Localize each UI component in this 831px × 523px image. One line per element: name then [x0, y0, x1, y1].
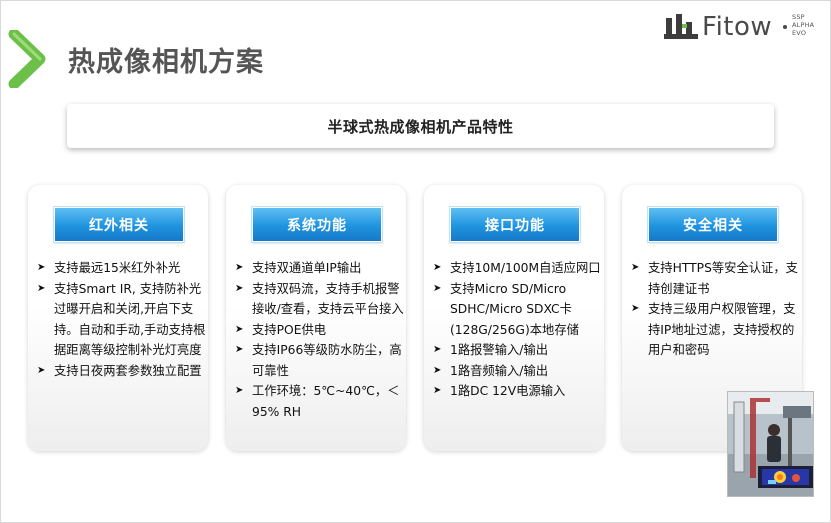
logo-wordmark: Fitow: [702, 12, 773, 42]
logo-dot: [783, 25, 787, 29]
card-title-system: 系统功能: [251, 206, 383, 243]
list-item: 支持双通道单IP输出: [234, 258, 404, 279]
card-system: 系统功能 支持双通道单IP输出 支持双码流，支持手机报警接收/查看，支持云平台接…: [226, 185, 406, 451]
list-item: 支持10M/100M自适应网口: [432, 258, 602, 279]
list-item: 工作环境：5℃~40℃，＜95% RH: [234, 381, 404, 422]
list-item: 支持HTTPS等安全认证，支持创建证书: [630, 258, 800, 299]
feature-banner: 半球式热成像相机产品特性: [67, 104, 774, 148]
page-title: 热成像相机方案: [68, 47, 264, 78]
list-item: 1路DC 12V电源输入: [432, 381, 602, 402]
thermal-camera-photo: [727, 391, 814, 497]
card-infrared: 红外相关 支持最远15米红外补光 支持Smart IR, 支持防补光过曝开启和关…: [28, 185, 208, 451]
card-interface: 接口功能 支持10M/100M自适应网口 支持Micro SD/Micro SD…: [424, 185, 604, 451]
list-item: 支持IP66等级防水防尘，高可靠性: [234, 340, 404, 381]
card-list-interface: 支持10M/100M自适应网口 支持Micro SD/Micro SDHC/Mi…: [432, 258, 602, 402]
logo-subtext: SSP ALPHA EVO: [792, 13, 815, 37]
green-chevron-icon: [8, 30, 50, 88]
card-title-interface: 接口功能: [449, 206, 581, 243]
list-item: 支持POE供电: [234, 320, 404, 341]
fitow-mark-icon: [664, 14, 698, 39]
card-title-security: 安全相关: [647, 206, 779, 243]
banner-title: 半球式热成像相机产品特性: [327, 117, 514, 136]
list-item: 支持日夜两套参数独立配置: [36, 361, 206, 382]
thermal-scene-image: [728, 392, 813, 496]
list-item: 支持最远15米红外补光: [36, 258, 206, 279]
card-list-system: 支持双通道单IP输出 支持双码流，支持手机报警接收/查看，支持云平台接入 支持P…: [234, 258, 404, 422]
list-item: 1路音频输入/输出: [432, 361, 602, 382]
list-item: 支持Smart IR, 支持防补光过曝开启和关闭,开启下支持。自动和手动,手动支…: [36, 279, 206, 361]
list-item: 支持三级用户权限管理，支持IP地址过滤，支持授权的用户和密码: [630, 299, 800, 361]
card-title-infrared: 红外相关: [53, 206, 185, 243]
list-item: 支持双码流，支持手机报警接收/查看，支持云平台接入: [234, 279, 404, 320]
card-list-security: 支持HTTPS等安全认证，支持创建证书 支持三级用户权限管理，支持IP地址过滤，…: [630, 258, 800, 361]
fitow-logo: Fitow SSP ALPHA EVO: [664, 10, 824, 44]
card-list-infrared: 支持最远15米红外补光 支持Smart IR, 支持防补光过曝开启和关闭,开启下…: [36, 258, 206, 381]
list-item: 支持Micro SD/Micro SDHC/Micro SDXC卡(128G/2…: [432, 279, 602, 341]
list-item: 1路报警输入/输出: [432, 340, 602, 361]
